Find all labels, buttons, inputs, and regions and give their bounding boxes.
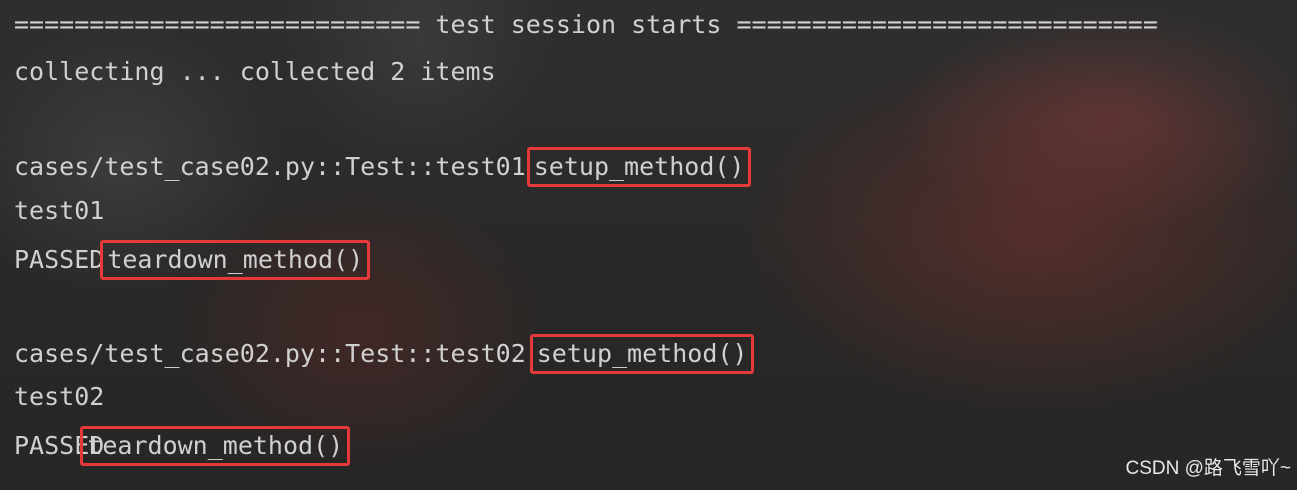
test01-path: cases/test_case02.py::Test::test01 (14, 152, 526, 181)
test01-result-line: PASSED teardown_method() (14, 240, 371, 280)
test02-result-line: PASSEDteardown_method() (14, 426, 351, 466)
test02-setup-highlight: setup_method() (529, 334, 755, 374)
test01-teardown-highlight: teardown_method() (100, 240, 371, 280)
test02-path: cases/test_case02.py::Test::test02 (14, 339, 526, 368)
csdn-watermark: CSDN @路飞雪吖~ (1125, 458, 1292, 479)
test02-teardown-highlight: teardown_method() (80, 426, 351, 466)
test01-line: cases/test_case02.py::Test::test01 setup_… (14, 147, 752, 187)
test01-setup-highlight: setup_method() (526, 147, 752, 187)
test02-output-line: test02 (14, 382, 105, 411)
test01-status: PASSED (14, 245, 105, 274)
collecting-line: collecting ... collected 2 items (14, 57, 496, 86)
session-header-line: =========================== test session… (14, 10, 1158, 39)
test01-output-line: test01 (14, 196, 105, 225)
test02-line: cases/test_case02.py::Test::test02 setup_… (14, 334, 755, 374)
